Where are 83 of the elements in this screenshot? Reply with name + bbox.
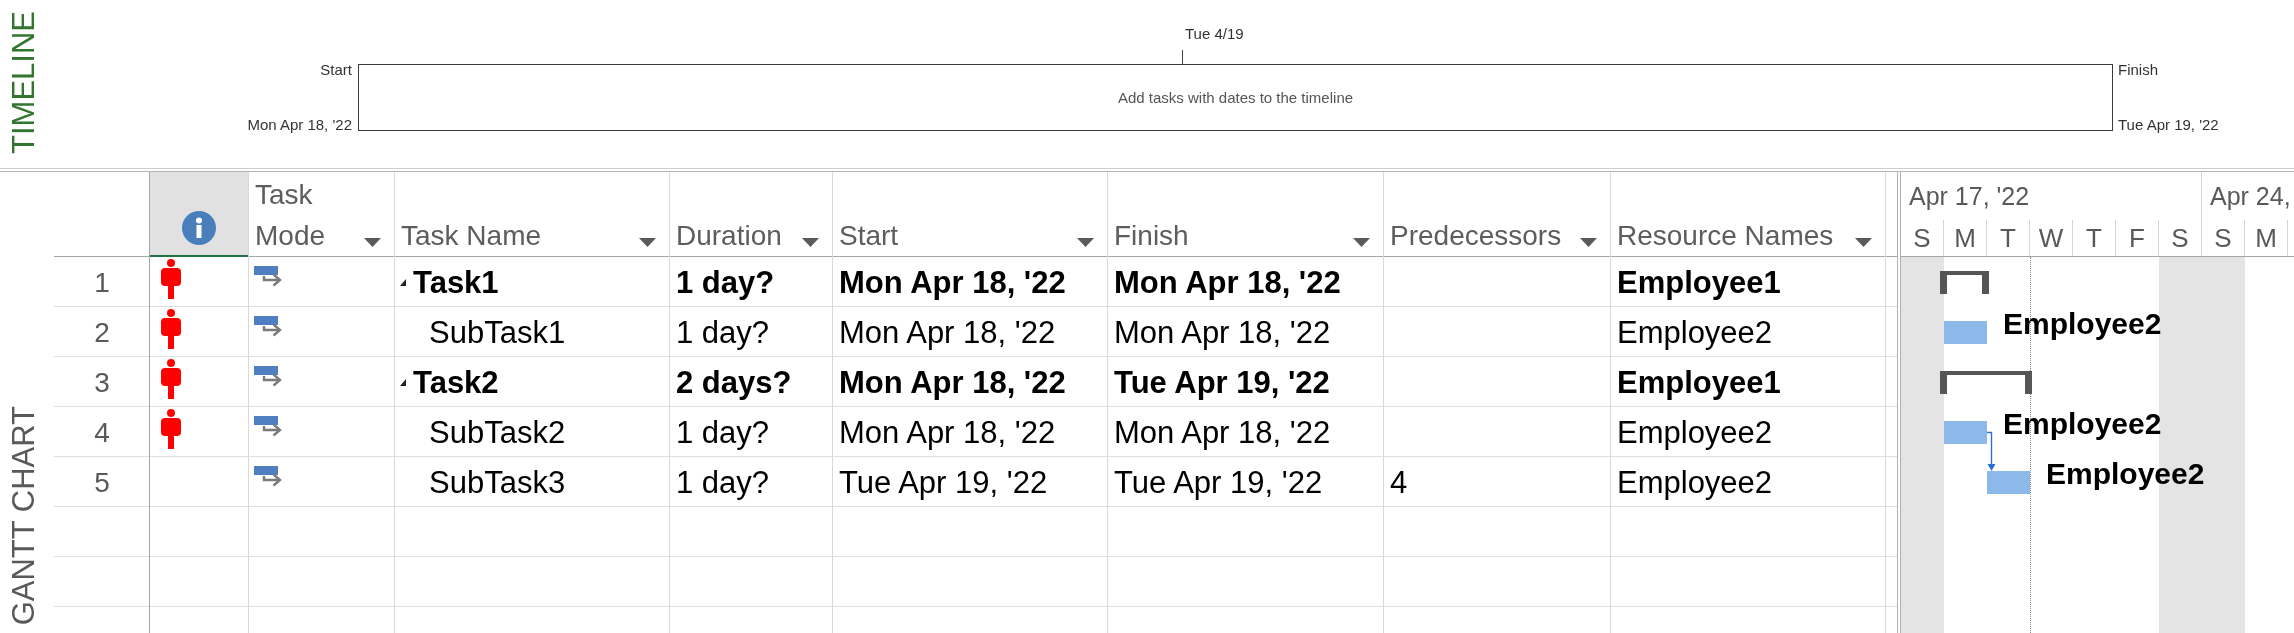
start-date: Mon Apr 18, '22 — [839, 363, 1066, 402]
day-label: F — [2129, 222, 2145, 255]
week-label: Apr 17, '22 — [1909, 182, 2030, 210]
start-date-label: Mon Apr 18, '22 — [247, 115, 352, 135]
finish-date: Mon Apr 18, '22 — [1114, 313, 1331, 352]
resource-name: Employee1 — [1617, 263, 1781, 302]
row-number: 5 — [94, 465, 110, 500]
finish-date: Mon Apr 18, '22 — [1114, 413, 1331, 452]
duration-text: 1 day? — [676, 463, 770, 502]
summary-bar — [1940, 271, 1989, 294]
column-header[interactable]: Task Mode — [249, 172, 394, 257]
bar-arrow-icon — [254, 266, 282, 287]
caret-icon[interactable] — [639, 238, 656, 247]
day-label: S — [1913, 222, 1931, 255]
resource-label: Employee2 — [2046, 457, 2205, 491]
start-date: Mon Apr 18, '22 — [839, 313, 1056, 352]
tick-label: Tue 4/19 — [1185, 24, 1244, 44]
bar-arrow-icon — [254, 466, 282, 487]
timeline-message: Add tasks with dates to the timeline — [1117, 87, 1354, 108]
day-label: T — [2000, 222, 2016, 255]
start-label: Start — [320, 60, 352, 80]
day-label: M — [1954, 222, 1976, 255]
bar-arrow-icon — [254, 316, 282, 337]
finish-label: Finish — [2118, 60, 2158, 80]
column-header[interactable]: Task Name — [395, 172, 669, 257]
duration-text: 2 days? — [676, 363, 792, 402]
finish-date: Tue Apr 19, '22 — [1114, 363, 1330, 402]
tick-mark — [1182, 50, 1183, 64]
info-icon — [182, 211, 216, 245]
predecessor-id: 4 — [1390, 463, 1408, 502]
column-header[interactable]: Predecessors — [1384, 172, 1610, 257]
week-label: Apr 24, — [2210, 182, 2291, 210]
caret-icon[interactable] — [1855, 238, 1872, 247]
task-name: Task2 — [413, 363, 499, 402]
duration-text: 1 day? — [676, 313, 770, 352]
pane-label: GANTT CHART — [6, 405, 42, 625]
pane-label: TIMELINE — [6, 11, 42, 154]
triangle-icon[interactable] — [400, 378, 406, 386]
row-number: 4 — [94, 415, 110, 450]
task-name: Task1 — [413, 263, 499, 302]
task-bar — [1987, 471, 2030, 494]
finish-date: Tue Apr 19, '22 — [1114, 463, 1323, 502]
caret-icon[interactable] — [364, 238, 381, 247]
start-date: Tue Apr 19, '22 — [839, 463, 1048, 502]
day-label: S — [2214, 222, 2232, 255]
resource-name: Employee1 — [1617, 363, 1781, 402]
timeline-bar[interactable]: Add tasks with dates to the timeline — [358, 64, 2113, 131]
row-number: 3 — [94, 365, 110, 400]
caret-icon[interactable] — [1077, 238, 1094, 247]
duration-text: 1 day? — [676, 413, 770, 452]
start-date: Mon Apr 18, '22 — [839, 263, 1066, 302]
bar-arrow-icon — [254, 416, 282, 437]
caret-icon[interactable] — [802, 238, 819, 247]
task-name: SubTask1 — [429, 313, 566, 352]
day-label: W — [2038, 222, 2064, 255]
start-date: Mon Apr 18, '22 — [839, 413, 1056, 452]
column-header[interactable]: Start — [833, 172, 1107, 257]
task-name: SubTask3 — [429, 463, 566, 502]
row-number: 1 — [94, 265, 110, 300]
task-bar — [1944, 321, 1987, 344]
day-label: T — [2086, 222, 2102, 255]
dependency-arrow — [1987, 429, 1996, 471]
task-bar — [1944, 421, 1987, 444]
resource-label: Employee2 — [2003, 407, 2162, 441]
column-header[interactable]: Duration — [670, 172, 832, 257]
day-label: M — [2255, 222, 2277, 255]
triangle-icon[interactable] — [400, 278, 406, 286]
duration-text: 1 day? — [676, 263, 775, 302]
bar-arrow-icon — [254, 366, 282, 387]
task-name: SubTask2 — [429, 413, 566, 452]
column-header[interactable] — [150, 172, 248, 257]
resource-label: Employee2 — [2003, 307, 2162, 341]
resource-name: Employee2 — [1617, 413, 1773, 452]
finish-date: Mon Apr 18, '22 — [1114, 263, 1341, 302]
resource-name: Employee2 — [1617, 313, 1773, 352]
column-header[interactable]: Finish — [1108, 172, 1383, 257]
caret-icon[interactable] — [1353, 238, 1370, 247]
resource-name: Employee2 — [1617, 463, 1773, 502]
finish-date-label: Tue Apr 19, '22 — [2118, 115, 2219, 135]
row-number: 2 — [94, 315, 110, 350]
caret-icon[interactable] — [1580, 238, 1597, 247]
column-header[interactable]: Resource Names — [1611, 172, 1885, 257]
day-label: S — [2171, 222, 2189, 255]
